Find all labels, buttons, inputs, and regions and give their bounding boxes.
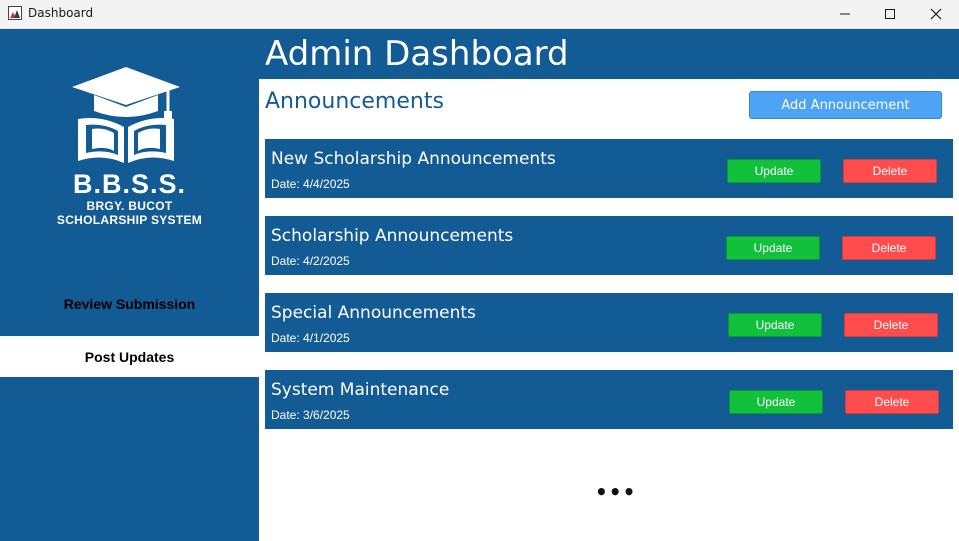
graduation-cap-book-icon: [72, 67, 180, 163]
brand-subtitle-line1: BRGY. BUCOT: [86, 199, 173, 213]
section-title: Announcements: [265, 89, 444, 114]
announcement-card: System Maintenance Date: 3/6/2025 Update…: [265, 370, 953, 429]
window-title: Dashboard: [28, 6, 94, 20]
announcement-title: Special Announcements: [271, 303, 476, 323]
announcement-card: Scholarship Announcements Date: 4/2/2025…: [265, 216, 953, 275]
sidebar: B.B.S.S. BRGY. BUCOT SCHOLARSHIP SYSTEM …: [0, 29, 259, 541]
minimize-button[interactable]: [822, 0, 868, 28]
app-icon: [8, 6, 22, 20]
close-button[interactable]: [913, 0, 959, 28]
announcement-title: New Scholarship Announcements: [271, 149, 556, 169]
nav-review-submission[interactable]: Review Submission: [0, 283, 259, 324]
nav-review-submission-label: Review Submission: [63, 295, 196, 312]
page-title: Admin Dashboard: [265, 34, 569, 74]
announcement-title: Scholarship Announcements: [271, 226, 514, 246]
nav-post-updates[interactable]: Post Updates: [0, 336, 259, 377]
minimize-icon: [840, 13, 850, 15]
announcement-title: System Maintenance: [271, 380, 450, 400]
window-titlebar: Dashboard: [0, 0, 959, 29]
close-icon: [930, 8, 942, 20]
announcement-card: Special Announcements Date: 4/1/2025 Upd…: [265, 293, 953, 352]
maximize-icon: [885, 9, 895, 19]
nav-post-updates-label: Post Updates: [84, 348, 175, 365]
update-button[interactable]: Update: [726, 236, 820, 260]
header: Admin Dashboard: [259, 29, 959, 79]
maximize-button[interactable]: [867, 0, 913, 28]
delete-button[interactable]: Delete: [844, 313, 938, 337]
update-button[interactable]: Update: [727, 159, 821, 183]
brand-subtitle-line2: SCHOLARSHIP SYSTEM: [56, 213, 203, 227]
brand-subtitle: BRGY. BUCOT SCHOLARSHIP SYSTEM: [0, 199, 259, 227]
delete-button[interactable]: Delete: [845, 390, 939, 414]
announcement-date: Date: 4/4/2025: [271, 177, 350, 191]
more-indicator[interactable]: •••: [595, 480, 636, 504]
update-button[interactable]: Update: [728, 313, 822, 337]
announcement-date: Date: 4/2/2025: [271, 254, 350, 268]
announcement-date: Date: 3/6/2025: [271, 408, 350, 422]
update-button[interactable]: Update: [729, 390, 823, 414]
announcement-date: Date: 4/1/2025: [271, 331, 350, 345]
delete-button[interactable]: Delete: [843, 159, 937, 183]
add-announcement-button[interactable]: Add Announcement: [749, 91, 942, 119]
announcement-card: New Scholarship Announcements Date: 4/4/…: [265, 139, 953, 198]
delete-button[interactable]: Delete: [842, 236, 936, 260]
brand-name: B.B.S.S.: [72, 169, 187, 199]
